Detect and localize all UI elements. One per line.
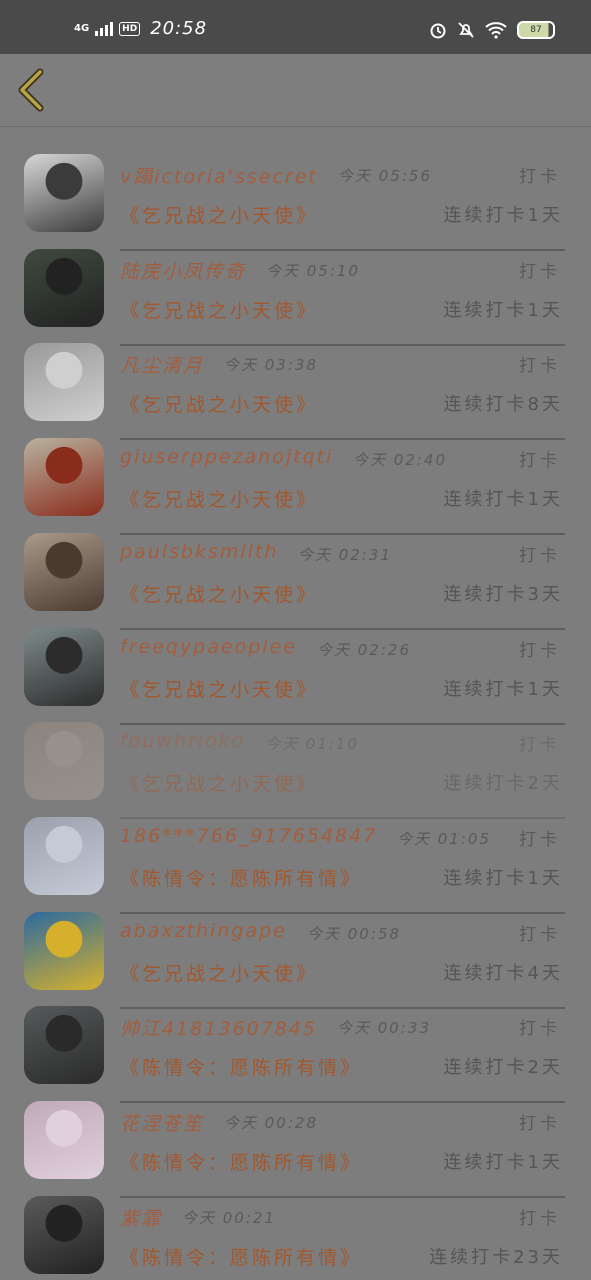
alarm-icon <box>430 23 446 39</box>
book-title[interactable]: 《乞兄战之小天使》 <box>120 485 318 512</box>
signal-icon <box>95 21 114 36</box>
user-name: 陆庑小凤传奇 <box>120 260 247 283</box>
avatar[interactable] <box>24 722 104 801</box>
user-name: 花涅苍笙 <box>120 1113 205 1135</box>
user-name: 紫霏 <box>120 1207 163 1230</box>
checkin-time: 今天 05:10 <box>266 261 360 280</box>
checkin-time: 今天 00:33 <box>337 1019 431 1038</box>
streak-count: 连续打卡2天 <box>443 1057 563 1079</box>
streak-count: 连续打卡3天 <box>443 583 563 605</box>
streak-count: 连续打卡1天 <box>443 299 563 321</box>
avatar[interactable] <box>24 1101 104 1179</box>
avatar[interactable] <box>24 154 104 232</box>
checkin-label: 打卡 <box>519 829 561 850</box>
checkin-time: 今天 02:26 <box>317 640 411 659</box>
book-title[interactable]: 《陈情令：愿陈所有情》 <box>120 1053 362 1080</box>
user-name: paulsbksmilth <box>120 540 279 563</box>
user-name: 帅江41813607845 <box>120 1018 317 1041</box>
list-item[interactable]: 帅江41813607845 今天 00:33 打卡 《陈情令：愿陈所有情》 连续… <box>0 992 591 1104</box>
checkin-time: 今天 02:40 <box>353 451 447 470</box>
streak-count: 连续打卡1天 <box>443 1152 563 1173</box>
book-title[interactable]: 《乞兄战之小天使》 <box>120 390 318 417</box>
list-item[interactable]: 凡尘清月 今天 03:38 打卡 《乞兄战之小天使》 连续打卡8天 <box>0 329 591 441</box>
checkin-time: 今天 01:10 <box>265 735 359 754</box>
checkin-time: 今天 01:05 <box>397 829 491 848</box>
checkin-label: 打卡 <box>519 1019 561 1040</box>
streak-count: 连续打卡2天 <box>443 773 563 795</box>
checkin-time: 今天 00:28 <box>224 1114 318 1132</box>
avatar[interactable] <box>24 438 104 517</box>
battery-icon: 87 <box>517 21 555 39</box>
list-item[interactable]: 花涅苍笙 今天 00:28 打卡 《陈情令：愿陈所有情》 连续打卡1天 <box>0 1087 591 1198</box>
avatar[interactable] <box>24 627 104 706</box>
user-name: giuserppezanojtqti <box>120 446 334 469</box>
checkin-label: 打卡 <box>519 735 561 756</box>
checkin-label: 打卡 <box>519 356 561 377</box>
checkin-label: 打卡 <box>519 1208 561 1229</box>
streak-count: 连续打卡4天 <box>443 962 563 984</box>
book-title[interactable]: 《乞兄战之小天使》 <box>120 959 318 986</box>
battery-level: 87 <box>530 25 542 35</box>
list-item[interactable]: fouwhrioko 今天 01:10 打卡 《乞兄战之小天使》 连续打卡2天 <box>0 708 591 820</box>
book-title[interactable]: 《陈情令：愿陈所有情》 <box>120 1243 362 1270</box>
checkin-time: 今天 05:56 <box>338 167 432 185</box>
network-type: 4G <box>74 22 90 34</box>
avatar[interactable] <box>24 1006 104 1085</box>
list-item[interactable]: v蹋ictoria'ssecret 今天 05:56 打卡 《乞兄战之小天使》 … <box>0 140 591 251</box>
avatar[interactable] <box>24 248 104 327</box>
checkin-list[interactable]: v蹋ictoria'ssecret 今天 05:56 打卡 《乞兄战之小天使》 … <box>0 126 591 1280</box>
book-title[interactable]: 《陈情令：愿陈所有情》 <box>120 864 362 891</box>
user-name: abaxzthingape <box>120 919 287 942</box>
avatar[interactable] <box>24 343 104 422</box>
book-title[interactable]: 《乞兄战之小天使》 <box>120 769 318 796</box>
checkin-time: 今天 00:21 <box>182 1208 276 1227</box>
checkin-time: 今天 00:58 <box>307 924 401 943</box>
clock: 20:58 <box>150 18 208 39</box>
checkin-label: 打卡 <box>519 640 561 661</box>
checkin-label: 打卡 <box>519 924 561 945</box>
list-item[interactable]: 陆庑小凤传奇 今天 05:10 打卡 《乞兄战之小天使》 连续打卡1天 <box>0 235 591 346</box>
list-item[interactable]: paulsbksmilth 今天 02:31 打卡 《乞兄战之小天使》 连续打卡… <box>0 519 591 630</box>
user-name: v蹋ictoria'ssecret <box>120 166 318 188</box>
streak-count: 连续打卡1天 <box>443 205 563 226</box>
streak-count: 连续打卡1天 <box>443 678 563 700</box>
checkin-time: 今天 03:38 <box>224 356 318 375</box>
mute-icon <box>458 22 474 38</box>
list-item[interactable]: freeqypaeoplee 今天 02:26 打卡 《乞兄战之小天使》 连续打… <box>0 614 591 725</box>
checkin-label: 打卡 <box>519 451 561 472</box>
book-title[interactable]: 《乞兄战之小天使》 <box>120 580 318 607</box>
streak-count: 连续打卡23天 <box>429 1246 563 1268</box>
user-name: 186***766_917654847 <box>120 824 378 847</box>
book-title[interactable]: 《陈情令：愿陈所有情》 <box>120 1148 362 1175</box>
book-title[interactable]: 《乞兄战之小天使》 <box>120 675 318 702</box>
streak-count: 连续打卡1天 <box>443 489 563 511</box>
user-name: fouwhrioko <box>120 730 246 753</box>
status-bar: 4G HD 20:58 87 <box>0 0 591 54</box>
list-item[interactable]: 紫霏 今天 00:21 打卡 《陈情令：愿陈所有情》 连续打卡23天 <box>0 1182 591 1277</box>
streak-count: 连续打卡1天 <box>443 867 563 889</box>
avatar[interactable] <box>24 532 104 611</box>
avatar[interactable] <box>24 911 104 990</box>
user-name: 凡尘清月 <box>120 355 205 378</box>
list-item[interactable]: 186***766_917654847 今天 01:05 打卡 《陈情令：愿陈所… <box>0 803 591 914</box>
user-name: freeqypaeoplee <box>120 635 297 658</box>
streak-count: 连续打卡8天 <box>443 394 563 416</box>
top-bar <box>0 54 591 127</box>
checkin-label: 打卡 <box>519 1114 561 1134</box>
checkin-time: 今天 02:31 <box>298 545 392 564</box>
back-chevron-icon[interactable] <box>14 68 54 112</box>
book-title[interactable]: 《乞兄战之小天使》 <box>120 296 318 323</box>
hd-badge: HD <box>119 21 141 36</box>
book-title[interactable]: 《乞兄战之小天使》 <box>120 201 318 228</box>
checkin-label: 打卡 <box>519 545 561 566</box>
checkin-label: 打卡 <box>519 167 561 187</box>
wifi-icon <box>485 22 507 39</box>
list-item[interactable]: abaxzthingape 今天 00:58 打卡 《乞兄战之小天使》 连续打卡… <box>0 898 591 1009</box>
checkin-label: 打卡 <box>519 261 561 282</box>
avatar[interactable] <box>24 1195 104 1274</box>
list-item[interactable]: giuserppezanojtqti 今天 02:40 打卡 《乞兄战之小天使》… <box>0 424 591 536</box>
avatar[interactable] <box>24 816 104 895</box>
